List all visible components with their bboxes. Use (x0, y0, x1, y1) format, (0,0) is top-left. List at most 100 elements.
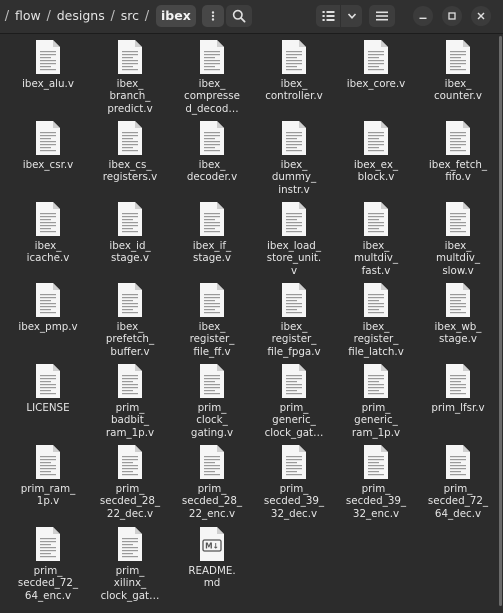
file-name: ibex_ register_ file_fpga.v (267, 321, 321, 358)
file-name: ibex_core.v (346, 78, 406, 90)
list-view-icon (322, 11, 334, 21)
path-menu-button[interactable] (201, 5, 224, 27)
file-item[interactable]: ibex_fetch_ fifo.v (418, 120, 498, 184)
file-item[interactable]: ibex_load_ store_unit. v (254, 201, 334, 277)
file-item[interactable]: prim_ generic_ ram_1p.v (336, 363, 416, 439)
three-dots-vertical-icon (211, 11, 214, 21)
file-item[interactable]: prim_ secded_72_ 64_enc.v (8, 526, 88, 602)
file-item[interactable]: ibex_ multdiv_ fast.v (336, 201, 416, 277)
file-item[interactable]: ibex_ counter.v (418, 39, 498, 103)
file-item[interactable]: ibex_ register_ file_ff.v (172, 282, 252, 358)
file-item[interactable]: ibex_if_ stage.v (172, 201, 252, 265)
file-name: ibex_pmp.v (18, 321, 78, 333)
hamburger-menu-icon (376, 11, 388, 21)
file-item[interactable]: ibex_id_ stage.v (90, 201, 170, 265)
text-file-icon (115, 282, 145, 318)
text-file-icon (197, 120, 227, 156)
view-options-button[interactable] (341, 5, 362, 27)
scrollbar[interactable] (499, 36, 502, 606)
file-item[interactable]: ibex_ icache.v (8, 201, 88, 265)
text-file-icon (443, 120, 473, 156)
file-item[interactable]: ibex_ex_ block.v (336, 120, 416, 184)
file-item[interactable]: ibex_ prefetch_ buffer.v (90, 282, 170, 358)
text-file-icon (33, 120, 63, 156)
file-name: prim_ clock_ gating.v (190, 402, 234, 439)
file-item[interactable]: ibex_ compresse d_decod… (172, 39, 252, 115)
file-name: ibex_cs_ registers.v (102, 159, 158, 184)
text-file-icon (279, 201, 309, 237)
file-name: ibex_ decoder.v (186, 159, 238, 184)
file-item[interactable]: ibex_wb_ stage.v (418, 282, 498, 346)
text-file-icon (279, 39, 309, 75)
text-file-icon (361, 444, 391, 480)
file-item[interactable]: ibex_ decoder.v (172, 120, 252, 184)
file-item[interactable]: prim_ secded_39_ 32_dec.v (254, 444, 334, 520)
text-file-icon (115, 39, 145, 75)
text-file-icon (115, 363, 145, 399)
text-file-icon (115, 120, 145, 156)
search-icon (232, 9, 246, 23)
text-file-icon (197, 39, 227, 75)
file-item[interactable]: prim_ badbit_ ram_1p.v (90, 363, 170, 439)
file-item[interactable]: M↓ README. md (172, 526, 252, 590)
file-item[interactable]: prim_ xilinx_ clock_gat… (90, 526, 170, 602)
breadcrumb-designs[interactable]: designs (56, 5, 106, 27)
file-name: prim_ secded_39_ 32_dec.v (263, 483, 325, 520)
text-file-icon (443, 363, 473, 399)
maximize-icon (448, 12, 456, 20)
text-file-icon (115, 201, 145, 237)
text-file-icon (361, 282, 391, 318)
file-manager-window: / flow / designs / src / ibex ibex_alu.v… (0, 0, 503, 613)
file-item[interactable]: prim_ secded_72_ 64_dec.v (418, 444, 498, 520)
file-item[interactable]: ibex_ multdiv_ slow.v (418, 201, 498, 277)
text-file-icon (33, 201, 63, 237)
text-file-icon (33, 39, 63, 75)
file-name: ibex_ dummy_ instr.v (271, 159, 317, 196)
chevron-down-icon (347, 13, 356, 19)
file-name: prim_ secded_28_ 22_enc.v (181, 483, 243, 520)
file-name: ibex_ multdiv_ fast.v (353, 240, 399, 277)
file-name: ibex_ compresse d_decod… (184, 78, 240, 115)
file-name: ibex_ prefetch_ buffer.v (105, 321, 155, 358)
header-bar: / flow / designs / src / ibex (0, 0, 503, 34)
breadcrumb-ibex[interactable]: ibex (155, 5, 196, 27)
file-item[interactable]: ibex_ register_ file_latch.v (336, 282, 416, 358)
file-name: prim_ secded_39_ 32_enc.v (345, 483, 407, 520)
file-item[interactable]: prim_ secded_39_ 32_enc.v (336, 444, 416, 520)
file-item[interactable]: ibex_ branch_ predict.v (90, 39, 170, 115)
main-menu-button[interactable] (369, 5, 395, 27)
file-item[interactable]: ibex_ controller.v (254, 39, 334, 103)
text-file-icon (279, 363, 309, 399)
text-file-icon (279, 444, 309, 480)
file-name: prim_ xilinx_ clock_gat… (100, 565, 160, 602)
breadcrumb: / flow / designs / src / ibex (0, 5, 224, 27)
file-item[interactable]: prim_ secded_28_ 22_enc.v (172, 444, 252, 520)
file-item[interactable]: ibex_alu.v (8, 39, 88, 90)
file-item[interactable]: ibex_core.v (336, 39, 416, 90)
file-item[interactable]: ibex_ register_ file_fpga.v (254, 282, 334, 358)
file-item[interactable]: ibex_cs_ registers.v (90, 120, 170, 184)
file-item[interactable]: ibex_csr.v (8, 120, 88, 171)
file-item[interactable]: LICENSE (8, 363, 88, 414)
file-item[interactable]: prim_ clock_ gating.v (172, 363, 252, 439)
file-item[interactable]: prim_lfsr.v (418, 363, 498, 414)
file-item[interactable]: prim_ secded_28_ 22_dec.v (90, 444, 170, 520)
file-item[interactable]: prim_ram_ 1p.v (8, 444, 88, 508)
view-switcher (316, 5, 362, 27)
text-file-icon (33, 282, 63, 318)
close-button[interactable] (471, 6, 491, 26)
breadcrumb-src[interactable]: src (120, 5, 140, 27)
path-separator: / (4, 8, 10, 24)
minimize-button[interactable] (413, 6, 433, 26)
view-toggle-button[interactable] (316, 5, 340, 27)
file-item[interactable]: ibex_ dummy_ instr.v (254, 120, 334, 196)
text-file-icon (443, 201, 473, 237)
file-item[interactable]: ibex_pmp.v (8, 282, 88, 333)
text-file-icon (33, 363, 63, 399)
breadcrumb-flow[interactable]: flow (14, 5, 42, 27)
close-icon (477, 12, 485, 20)
search-button[interactable] (226, 5, 252, 27)
file-name: ibex_ register_ file_ff.v (189, 321, 235, 358)
file-item[interactable]: prim_ generic_ clock_gat… (254, 363, 334, 439)
maximize-button[interactable] (442, 6, 462, 26)
